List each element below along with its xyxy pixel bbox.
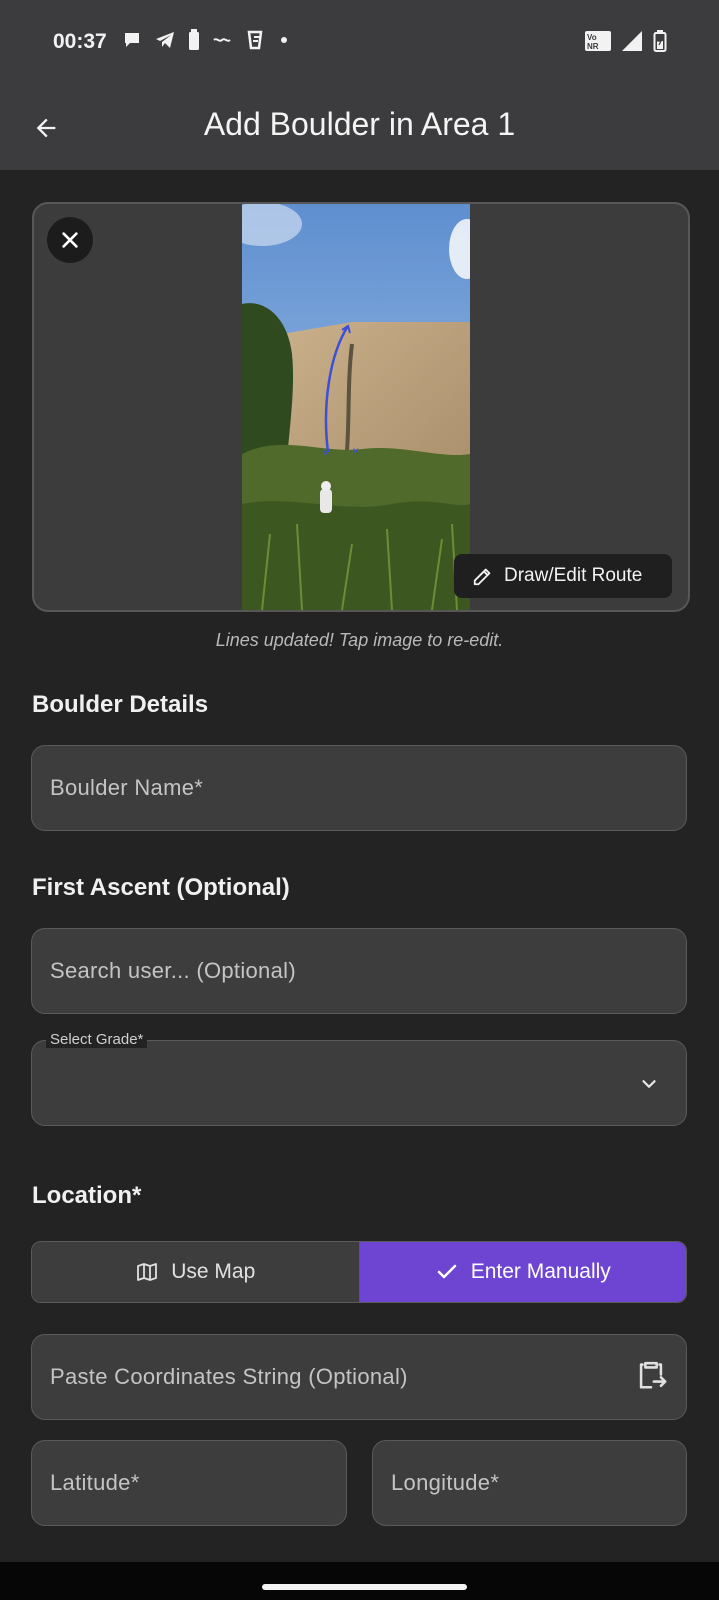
telegram-icon — [156, 32, 174, 48]
boulder-image-card[interactable]: ✕ ✕ Draw/Edit Route — [32, 202, 690, 612]
svg-text:Vo: Vo — [587, 33, 597, 42]
paste-coordinates-placeholder: Paste Coordinates String (Optional) — [50, 1364, 408, 1389]
system-navigation-bar — [0, 1562, 719, 1600]
vonr-icon: Vo NR — [585, 31, 611, 51]
notification-icon — [213, 38, 231, 42]
signal-icon — [622, 31, 642, 51]
dot-icon — [281, 37, 287, 43]
svg-text:✕: ✕ — [352, 447, 360, 457]
status-icons-right: Vo NR — [585, 30, 667, 52]
pencil-icon — [473, 568, 491, 586]
latitude-field[interactable]: Latitude* — [31, 1440, 347, 1526]
location-mode-toggle: Use Map Enter Manually — [31, 1241, 687, 1303]
longitude-placeholder: Longitude* — [391, 1470, 500, 1495]
boulder-photo[interactable]: ✕ ✕ — [242, 204, 470, 610]
page-title: Add Boulder in Area 1 — [203, 106, 516, 142]
grade-select-label: Select Grade* — [46, 1031, 148, 1048]
status-bar: 00:37 Vo NR — [0, 0, 719, 86]
flipkart-icon — [247, 30, 263, 50]
boulder-details-heading: Boulder Details — [32, 691, 209, 718]
status-icons-left — [122, 28, 288, 52]
draw-edit-route-label: Draw/Edit Route — [504, 565, 643, 586]
paste-coordinates-field[interactable]: Paste Coordinates String (Optional) — [31, 1334, 687, 1420]
close-icon — [62, 232, 78, 248]
use-map-label: Use Map — [171, 1260, 256, 1283]
grade-select[interactable] — [31, 1040, 687, 1126]
enter-manually-label: Enter Manually — [470, 1260, 611, 1283]
svg-text:NR: NR — [587, 42, 599, 51]
remove-image-button[interactable] — [47, 217, 93, 263]
battery-full-icon — [189, 29, 199, 50]
status-time: 00:37 — [53, 30, 107, 53]
longitude-field[interactable]: Longitude* — [372, 1440, 687, 1526]
home-gesture-handle[interactable] — [262, 1584, 467, 1590]
clipboard-paste-icon[interactable] — [634, 1358, 668, 1397]
location-heading: Location* — [32, 1182, 142, 1209]
latitude-placeholder: Latitude* — [50, 1470, 140, 1495]
first-ascent-search-placeholder: Search user... (Optional) — [50, 958, 296, 983]
battery-charging-icon — [653, 30, 667, 52]
svg-text:✕: ✕ — [322, 449, 330, 459]
boulder-name-placeholder: Boulder Name* — [50, 775, 204, 800]
image-hint-text: Lines updated! Tap image to re-edit. — [215, 630, 504, 650]
first-ascent-heading: First Ascent (Optional) — [32, 874, 290, 901]
enter-manually-button[interactable]: Enter Manually — [359, 1242, 686, 1302]
boulder-name-field[interactable]: Boulder Name* — [31, 745, 687, 831]
map-icon — [137, 1263, 158, 1281]
draw-edit-route-button[interactable]: Draw/Edit Route — [454, 554, 672, 598]
chevron-down-icon — [642, 1080, 656, 1088]
app-bar: Add Boulder in Area 1 — [0, 86, 719, 170]
check-icon — [437, 1264, 456, 1279]
chat-bubble-icon — [125, 33, 139, 47]
first-ascent-search-field[interactable]: Search user... (Optional) — [31, 928, 687, 1014]
use-map-button[interactable]: Use Map — [32, 1242, 360, 1302]
